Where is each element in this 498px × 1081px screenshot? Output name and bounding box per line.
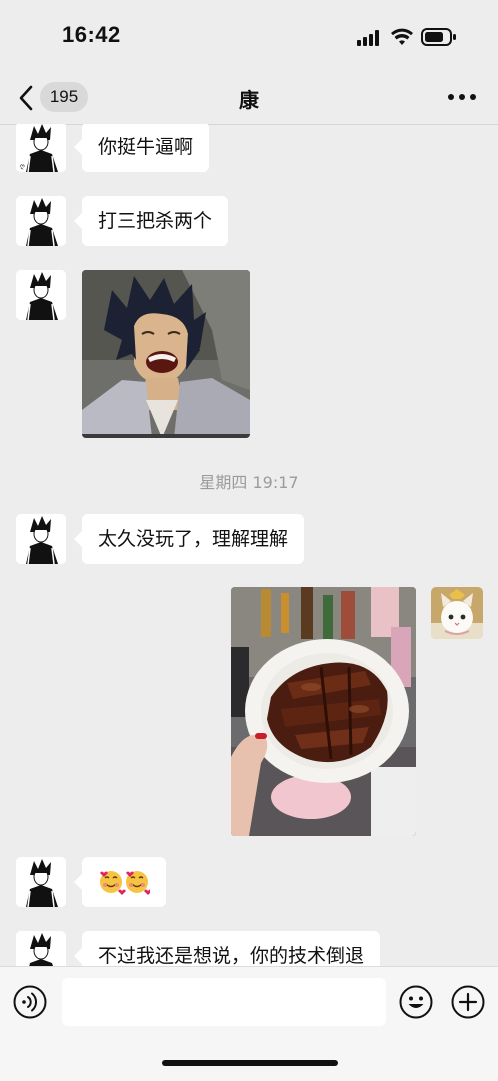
wifi-icon <box>391 28 413 45</box>
my-avatar[interactable] <box>431 587 483 639</box>
more-options-icon[interactable] <box>447 92 477 102</box>
message-bubble[interactable]: 太久没玩了，理解理解 <box>73 514 305 564</box>
timestamp-label: 星期四 19:17 <box>199 473 299 492</box>
message-bubble[interactable]: 不过我还是想说，你的技术倒退 <box>73 931 381 966</box>
battery-icon <box>421 28 456 46</box>
status-time: 16:42 <box>62 22 121 47</box>
cellular-signal-icon <box>357 30 379 46</box>
voice-icon[interactable] <box>13 985 47 1019</box>
food-photo-image[interactable] <box>231 587 416 836</box>
contact-avatar[interactable] <box>16 270 66 320</box>
message-bubble[interactable]: 你挺牛逼啊 <box>73 124 210 172</box>
status-bar: 16:42 <box>0 0 498 72</box>
smiling-face-with-hearts-icon <box>100 871 152 895</box>
emoji-icon[interactable] <box>399 985 433 1019</box>
svg-text:ღ: ღ <box>20 163 25 170</box>
laughing-sticker-image[interactable] <box>82 270 250 438</box>
message-input[interactable] <box>62 978 386 1026</box>
chat-title: 康 <box>239 88 259 112</box>
plus-icon[interactable] <box>451 985 485 1019</box>
message-bubble[interactable]: 打三把杀两个 <box>73 196 229 246</box>
home-indicator[interactable] <box>162 1060 338 1066</box>
contact-avatar[interactable] <box>16 514 66 564</box>
emoji-message-bubble[interactable] <box>74 857 166 907</box>
contact-avatar[interactable]: ღ <box>16 124 66 172</box>
contact-avatar[interactable] <box>16 857 66 907</box>
chat-header: 195 康 <box>0 72 498 125</box>
contact-avatar[interactable] <box>16 196 66 246</box>
message-list[interactable]: ღ 你挺牛逼啊 打三把杀两个 星期四 19:17 太久没玩了，理解理解 不过我还… <box>0 124 498 966</box>
contact-avatar[interactable] <box>16 931 66 966</box>
